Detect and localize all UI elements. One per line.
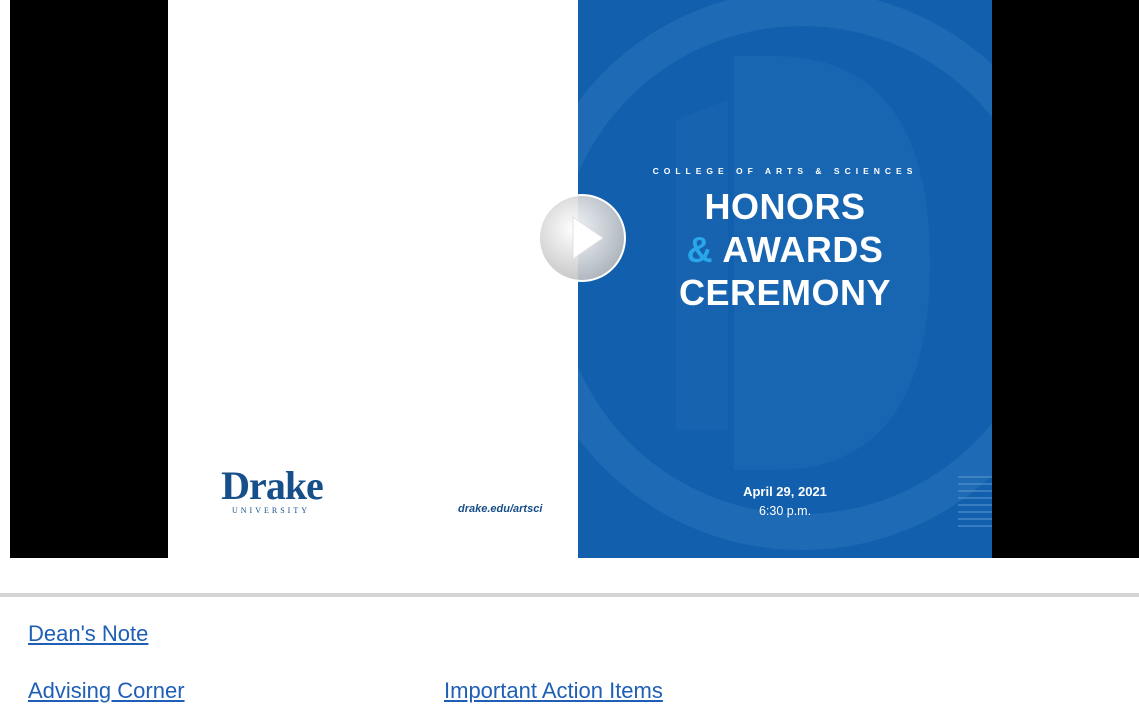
important-action-items-link[interactable]: Important Action Items	[444, 678, 663, 704]
play-icon	[538, 194, 626, 282]
event-time: 6:30 p.m.	[758, 504, 812, 518]
slide-right-panel: COLLEGE OF ARTS & SCIENCES HONORS & AWAR…	[578, 0, 992, 558]
title-ceremony: CEREMONY	[678, 272, 892, 313]
title-awards: & AWARDS	[578, 229, 992, 271]
event-date: April 29, 2021	[743, 484, 827, 499]
drake-logo: Drake	[221, 463, 324, 508]
decorative-lines-icon	[958, 476, 992, 527]
play-button[interactable]	[537, 193, 627, 283]
slide-left-panel: Drake UNIVERSITY drake.edu/artsci	[168, 0, 578, 558]
drake-logo-subtitle: UNIVERSITY	[232, 506, 310, 515]
college-heading: COLLEGE OF ARTS & SCIENCES	[652, 166, 918, 176]
title-ampersand: &	[686, 229, 714, 270]
deans-note-link[interactable]: Dean's Note	[28, 621, 148, 647]
slide-url: drake.edu/artsci	[458, 503, 543, 515]
title-awards-text: AWARDS	[713, 229, 884, 270]
title-honors: HONORS	[704, 186, 866, 227]
video-player[interactable]: Drake UNIVERSITY drake.edu/artsci COLLEG…	[10, 0, 1139, 558]
section-divider	[0, 593, 1139, 597]
advising-corner-link[interactable]: Advising Corner	[28, 678, 185, 704]
